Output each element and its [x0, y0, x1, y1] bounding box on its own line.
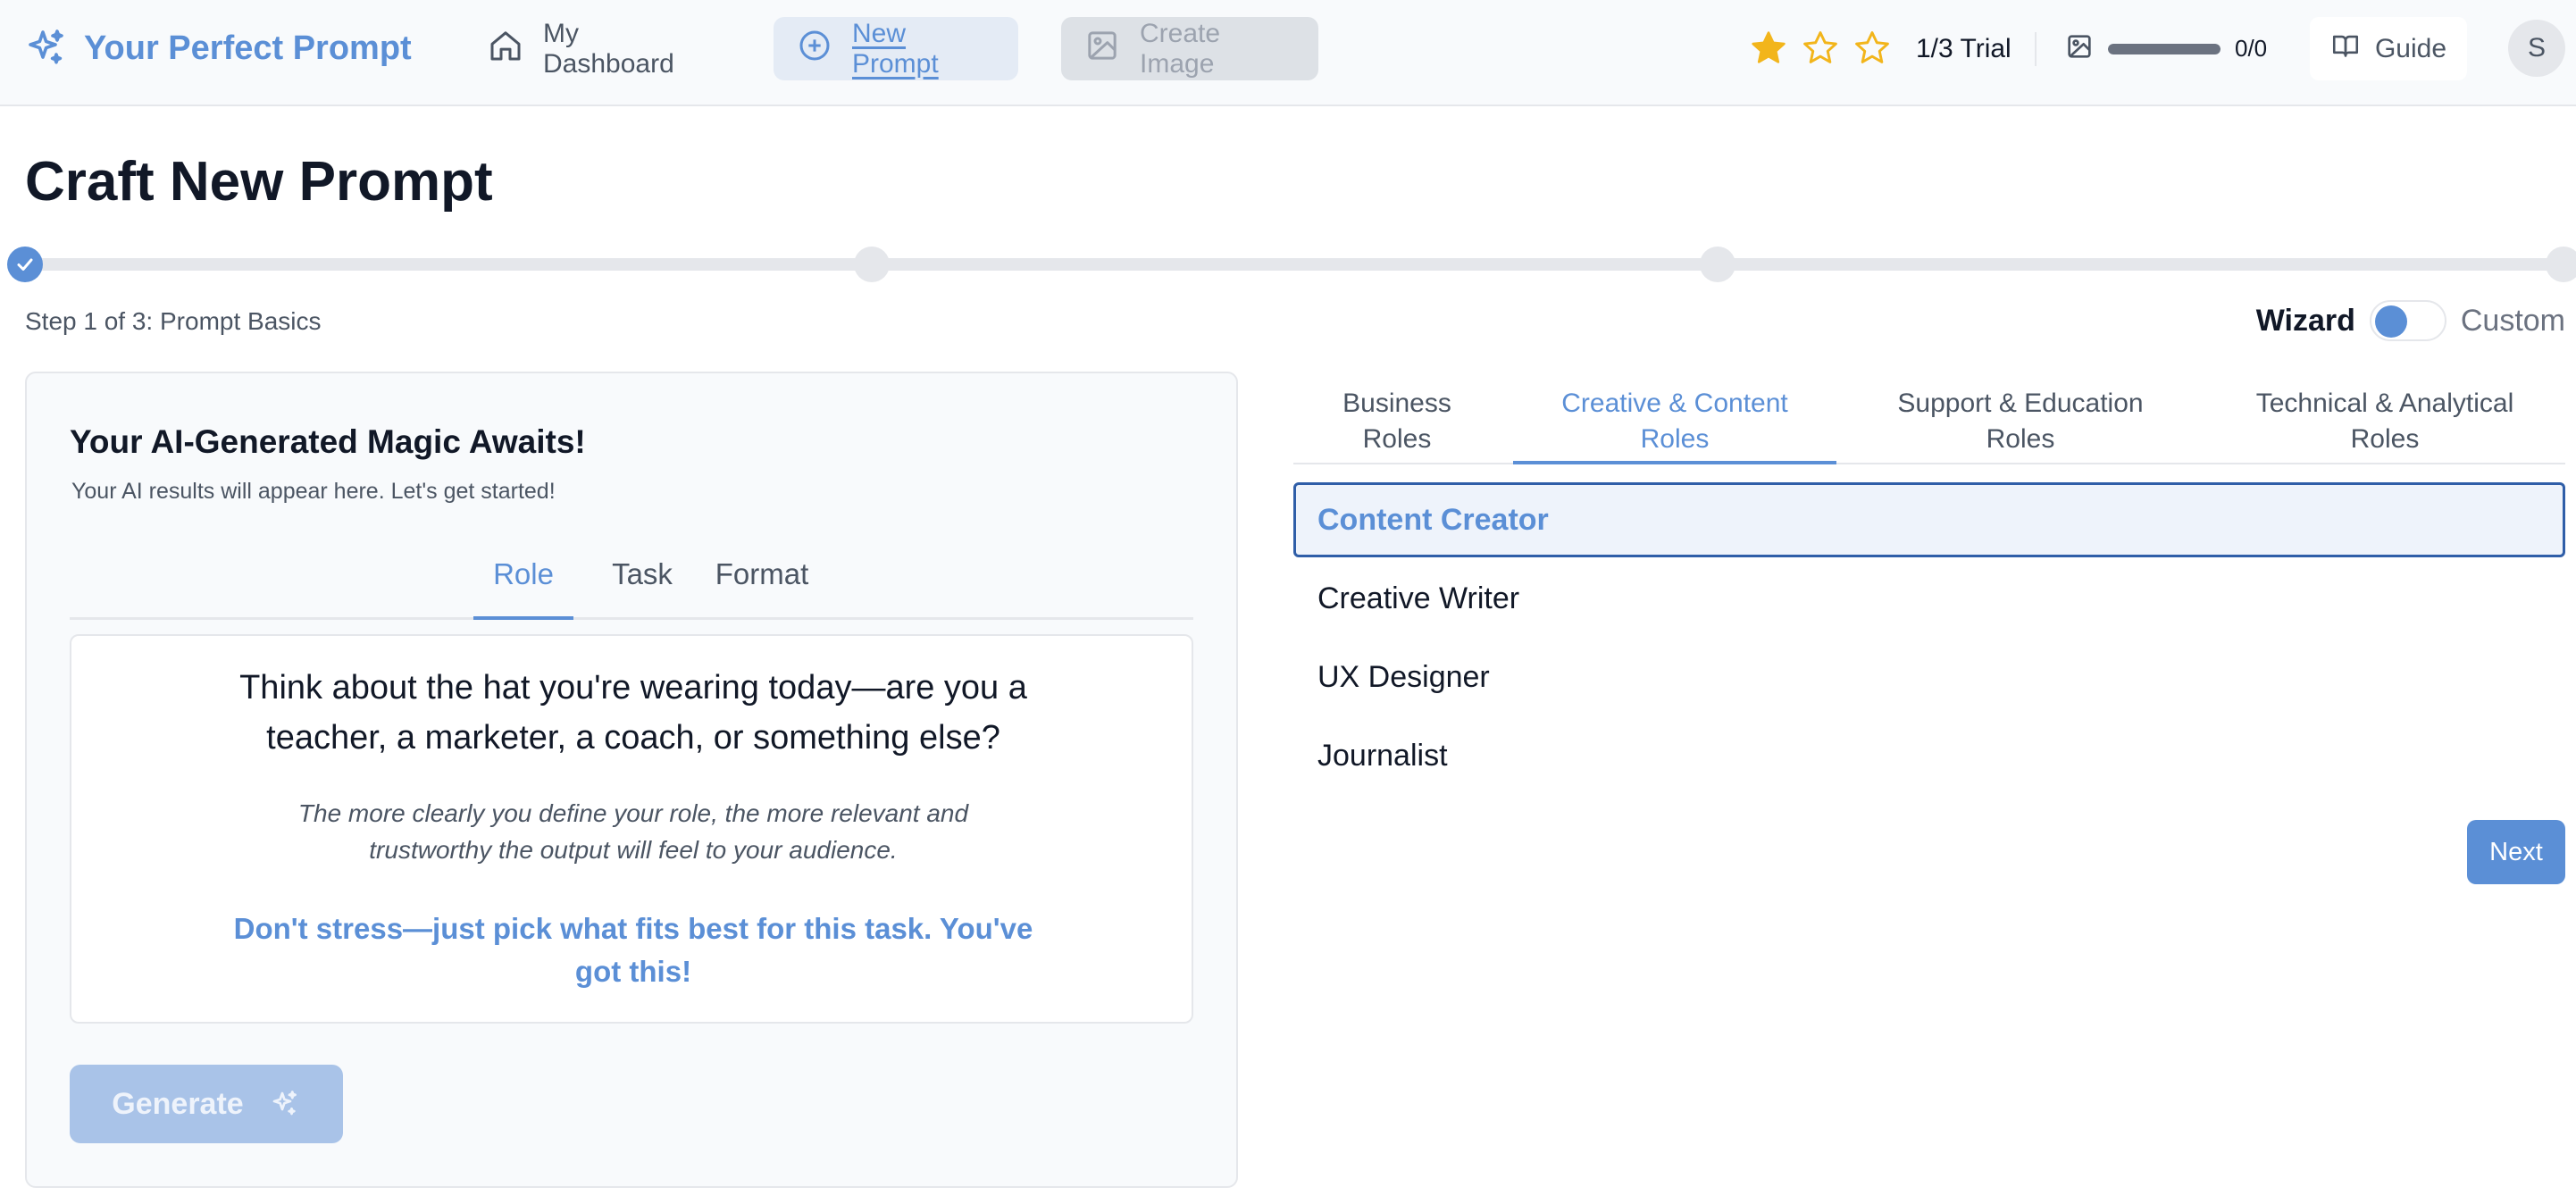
- nav-new-prompt[interactable]: New Prompt: [774, 17, 1018, 80]
- mode-toggle-knob: [2374, 305, 2407, 338]
- next-button[interactable]: Next: [2467, 820, 2565, 884]
- role-hint: The more clearly you define your role, t…: [297, 799, 969, 864]
- role-question: Think about the hat you're wearing today…: [239, 669, 1027, 757]
- avatar[interactable]: S: [2508, 20, 2565, 77]
- tab-task[interactable]: Task: [604, 548, 681, 620]
- progress-track: [25, 258, 2576, 271]
- tab-line: Roles: [1986, 424, 2055, 454]
- tab-line: Business: [1342, 389, 1451, 418]
- role-option-journalist[interactable]: Journalist: [1293, 718, 2565, 793]
- guide-button[interactable]: Guide: [2310, 17, 2467, 80]
- role-encouragement: Don't stress—just pick what fits best fo…: [233, 912, 1033, 988]
- mode-custom-label: Custom: [2460, 303, 2565, 338]
- tab-support-education-roles[interactable]: Support & Education Roles: [1849, 379, 2192, 464]
- role-option-ux-designer[interactable]: UX Designer: [1293, 640, 2565, 715]
- progress-step-end: [2546, 247, 2576, 282]
- results-panel: Your AI-Generated Magic Awaits! Your AI …: [25, 372, 1238, 1188]
- nav-my-dashboard[interactable]: My Dashboard: [464, 17, 723, 80]
- results-heading: Your AI-Generated Magic Awaits!: [70, 423, 586, 460]
- trial-label: 1/3 Trial: [1916, 34, 2011, 63]
- image-icon: [2065, 32, 2094, 65]
- mode-switch: Wizard Custom: [2256, 300, 2565, 341]
- nav-new-prompt-label: New Prompt: [852, 18, 939, 79]
- tab-technical-analytical-roles[interactable]: Technical & Analytical Roles: [2204, 379, 2565, 464]
- top-navigation-bar: Your Perfect Prompt My Dashboard New Pro…: [0, 0, 2576, 106]
- star-outline-icon: [1801, 29, 1840, 72]
- star-filled-icon: [1749, 29, 1788, 72]
- role-option-creative-writer[interactable]: Creative Writer: [1293, 561, 2565, 636]
- trial-rating: [1749, 29, 1892, 72]
- home-icon: [488, 28, 523, 71]
- book-open-icon: [2330, 30, 2361, 68]
- results-subheading: Your AI results will appear here. Let's …: [71, 479, 556, 504]
- tab-line: Technical & Analytical: [2255, 389, 2514, 418]
- image-icon: [1084, 28, 1120, 71]
- tab-business-roles[interactable]: Business Roles: [1293, 379, 1501, 464]
- tab-format[interactable]: Format: [706, 548, 818, 620]
- prompt-part-tabs: Role Task Format: [70, 531, 1193, 620]
- nav-my-dashboard-label: My Dashboard: [543, 18, 674, 79]
- generate-button[interactable]: Generate: [70, 1065, 343, 1143]
- tab-line: Roles: [2350, 424, 2420, 454]
- sparkles-icon: [25, 27, 68, 70]
- tab-role[interactable]: Role: [473, 548, 573, 620]
- tab-line: Support & Education: [1897, 389, 2144, 418]
- role-list: Content Creator Creative Writer UX Desig…: [1293, 482, 2565, 797]
- progress-step-2: [854, 247, 890, 282]
- divider: [2035, 32, 2037, 66]
- star-outline-icon: [1853, 29, 1892, 72]
- nav-create-image-label: Create Image: [1140, 18, 1221, 79]
- tab-line: Roles: [1362, 424, 1432, 454]
- image-usage-count: 0/0: [2235, 35, 2268, 62]
- role-option-content-creator[interactable]: Content Creator: [1293, 482, 2565, 557]
- mode-toggle[interactable]: [2369, 300, 2446, 341]
- role-category-tabs: Business Roles Creative & Content Roles Su…: [1293, 372, 2565, 464]
- tab-line: Roles: [1640, 424, 1710, 454]
- nav-create-image[interactable]: Create Image: [1061, 17, 1318, 80]
- generate-label: Generate: [112, 1086, 244, 1121]
- mode-wizard-label: Wizard: [2255, 303, 2355, 338]
- sparkles-icon: [269, 1088, 301, 1120]
- check-icon: [14, 254, 36, 275]
- brand-name: Your Perfect Prompt: [84, 29, 412, 67]
- brand[interactable]: Your Perfect Prompt: [25, 27, 412, 70]
- role-guidance-card: Think about the hat you're wearing today…: [70, 634, 1193, 1024]
- image-usage-meter-fill: [2108, 43, 2221, 54]
- image-usage-meter: [2108, 43, 2221, 54]
- page-title: Craft New Prompt: [25, 151, 493, 213]
- progress-step-3: [1700, 247, 1735, 282]
- tab-creative-content-roles[interactable]: Creative & Content Roles: [1513, 379, 1836, 464]
- image-usage: 0/0: [2065, 32, 2267, 65]
- step-label: Step 1 of 3: Prompt Basics: [25, 307, 322, 335]
- guide-label: Guide: [2374, 33, 2447, 63]
- progress-step-1: [7, 247, 43, 282]
- plus-circle-icon: [797, 28, 832, 71]
- tab-line: Creative & Content: [1561, 389, 1788, 418]
